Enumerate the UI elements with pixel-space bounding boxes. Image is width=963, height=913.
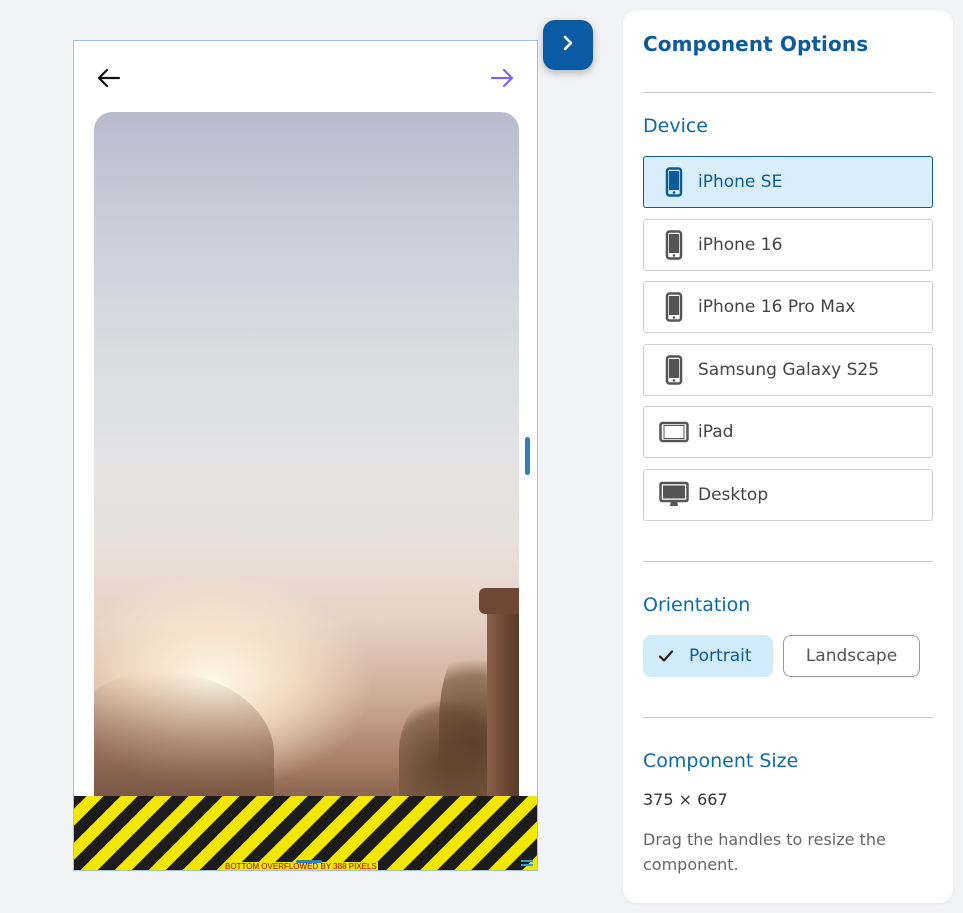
arrow-right-icon[interactable] xyxy=(489,65,515,91)
corner-resize-grip-icon[interactable] xyxy=(521,860,533,866)
landscape-button[interactable]: Landscape xyxy=(783,635,920,677)
hero-tower xyxy=(487,597,519,812)
device-option-desktop[interactable]: Desktop xyxy=(643,469,933,521)
right-resize-handle[interactable] xyxy=(525,437,530,475)
device-heading: Device xyxy=(643,115,708,137)
component-options-panel: Component Options Device iPhone SE iPhon… xyxy=(623,10,953,903)
toggle-panel-button[interactable] xyxy=(543,20,593,70)
device-preview-frame: BOTTOM OVERFLOWED BY 388 PIXELS xyxy=(73,40,538,871)
phone-icon xyxy=(658,291,690,323)
device-option-iphone-16[interactable]: iPhone 16 xyxy=(643,219,933,271)
device-option-label: iPad xyxy=(698,422,734,442)
check-icon xyxy=(657,647,675,665)
divider xyxy=(643,92,933,93)
bottom-resize-handle[interactable] xyxy=(296,860,322,863)
device-option-samsung-galaxy-s25[interactable]: Samsung Galaxy S25 xyxy=(643,344,933,396)
device-option-label: Samsung Galaxy S25 xyxy=(698,360,880,380)
arrow-left-icon[interactable] xyxy=(96,65,122,91)
hero-image xyxy=(94,112,519,812)
phone-icon xyxy=(658,166,690,198)
desktop-icon xyxy=(658,479,690,511)
landscape-label: Landscape xyxy=(805,646,898,666)
device-option-label: iPhone 16 xyxy=(698,235,783,255)
orientation-heading: Orientation xyxy=(643,594,751,616)
device-option-ipad[interactable]: iPad xyxy=(643,406,933,458)
portrait-button[interactable]: Portrait xyxy=(643,635,773,677)
hero-tower-cap xyxy=(479,588,519,614)
phone-icon xyxy=(658,229,690,261)
phone-icon xyxy=(658,354,690,386)
resize-hint-text: Drag the handles to resize the component… xyxy=(643,830,886,874)
overflow-warning-band: BOTTOM OVERFLOWED BY 388 PIXELS xyxy=(74,796,537,871)
tablet-icon xyxy=(658,416,690,448)
device-option-label: Desktop xyxy=(698,485,769,505)
panel-title: Component Options xyxy=(643,32,869,56)
chevron-right-icon xyxy=(558,33,578,57)
hero-hill xyxy=(94,672,274,812)
divider xyxy=(643,717,933,718)
device-option-iphone-16-pro-max[interactable]: iPhone 16 Pro Max xyxy=(643,281,933,333)
divider xyxy=(643,561,933,562)
device-option-label: iPhone 16 Pro Max xyxy=(698,297,856,317)
component-size-value: 375 × 667 xyxy=(643,790,728,809)
portrait-label: Portrait xyxy=(689,646,752,666)
overflow-warning-text: BOTTOM OVERFLOWED BY 388 PIXELS xyxy=(224,862,378,871)
device-option-iphone-se[interactable]: iPhone SE xyxy=(643,156,933,208)
device-option-label: iPhone SE xyxy=(698,172,783,192)
component-size-heading: Component Size xyxy=(643,750,799,772)
